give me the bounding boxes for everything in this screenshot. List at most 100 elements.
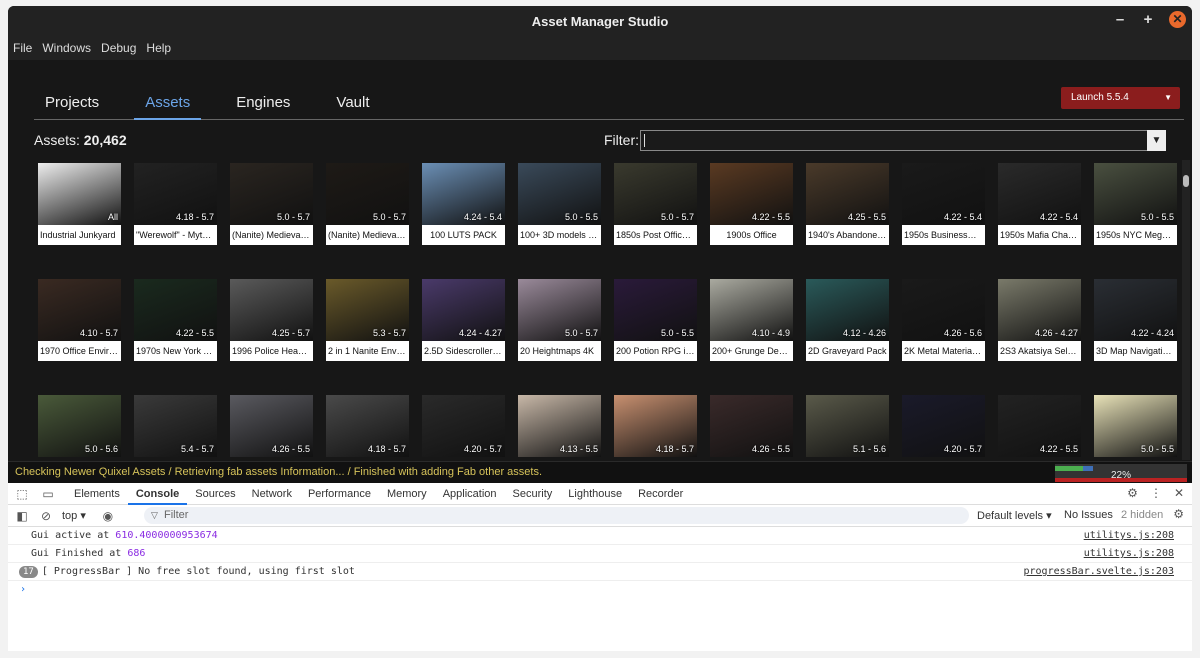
menu-windows[interactable]: Windows [42, 41, 91, 55]
asset-card[interactable]: 5.0 - 5.5 100+ 3D models for interior [518, 163, 601, 245]
asset-thumbnail[interactable]: 5.4 - 5.7 [134, 395, 217, 457]
asset-thumbnail[interactable]: 4.18 - 5.7 [134, 163, 217, 225]
asset-thumbnail[interactable]: 5.0 - 5.5 [518, 163, 601, 225]
asset-thumbnail[interactable]: 5.3 - 5.7 [326, 279, 409, 341]
asset-card[interactable]: 4.18 - 5.7 [326, 395, 409, 457]
asset-thumbnail[interactable]: 5.0 - 5.7 [614, 163, 697, 225]
asset-card[interactable]: 4.22 - 5.5 [998, 395, 1081, 457]
asset-card[interactable]: 5.0 - 5.6 [38, 395, 121, 457]
asset-thumbnail[interactable]: 4.22 - 5.5 [710, 163, 793, 225]
asset-card[interactable]: 4.24 - 5.4 100 LUTS PACK [422, 163, 505, 245]
asset-card[interactable]: 4.26 - 4.27 2S3 Akatsiya Self-Propelled [998, 279, 1081, 361]
source-link[interactable]: utilitys.js:208 [1084, 545, 1174, 563]
asset-thumbnail[interactable]: 4.22 - 5.5 [134, 279, 217, 341]
tab-performance[interactable]: Performance [300, 488, 379, 500]
settings-gear-icon[interactable]: ⚙ [1127, 486, 1138, 500]
tab-recorder[interactable]: Recorder [630, 488, 691, 500]
filter-input[interactable] [640, 130, 1148, 151]
tab-memory[interactable]: Memory [379, 488, 435, 500]
asset-card[interactable]: 4.22 - 5.4 1950s Mafia Character [998, 163, 1081, 245]
close-devtools-icon[interactable]: ✕ [1174, 486, 1184, 500]
asset-card[interactable]: 4.20 - 5.7 [422, 395, 505, 457]
tab-engines[interactable]: Engines [225, 88, 301, 120]
sidebar-toggle-icon[interactable]: ◧ [14, 509, 30, 523]
asset-card[interactable]: 4.26 - 5.5 [230, 395, 313, 457]
asset-thumbnail[interactable]: 4.18 - 5.7 [326, 395, 409, 457]
asset-thumbnail[interactable]: 4.26 - 4.27 [998, 279, 1081, 341]
asset-card[interactable]: 4.26 - 5.6 2K Metal Materials Pack [902, 279, 985, 361]
menu-debug[interactable]: Debug [101, 41, 136, 55]
asset-thumbnail[interactable]: 5.0 - 5.6 [38, 395, 121, 457]
asset-card[interactable]: 5.0 - 5.7 20 Heightmaps 4K [518, 279, 601, 361]
inspect-icon[interactable]: ⬚ [14, 487, 30, 501]
asset-card[interactable]: 4.24 - 4.27 2.5D Sidescroller Starter Kit [422, 279, 505, 361]
asset-card[interactable]: 4.20 - 5.7 [902, 395, 985, 457]
source-link[interactable]: progressBar.svelte.js:203 [1023, 563, 1174, 581]
grid-scrollbar[interactable] [1182, 160, 1190, 460]
more-options-icon[interactable]: ⋮ [1150, 486, 1162, 500]
asset-card[interactable]: 4.13 - 5.5 [518, 395, 601, 457]
tab-vault[interactable]: Vault [325, 88, 380, 120]
asset-thumbnail[interactable]: 4.26 - 5.6 [902, 279, 985, 341]
asset-card[interactable]: 4.12 - 4.26 2D Graveyard Pack [806, 279, 889, 361]
asset-thumbnail[interactable]: 4.13 - 5.5 [518, 395, 601, 457]
asset-card[interactable]: 5.0 - 5.5 200 Potion RPG icons [614, 279, 697, 361]
tab-application[interactable]: Application [435, 488, 505, 500]
launch-button[interactable]: Launch 5.5.4 ▼ [1061, 87, 1180, 109]
asset-thumbnail[interactable]: 5.0 - 5.5 [614, 279, 697, 341]
asset-thumbnail[interactable]: 4.26 - 5.5 [230, 395, 313, 457]
asset-thumbnail[interactable]: 4.22 - 4.24 [1094, 279, 1177, 341]
asset-thumbnail[interactable]: 4.25 - 5.5 [806, 163, 889, 225]
filter-dropdown-icon[interactable]: ▼ [1147, 130, 1166, 151]
console-prompt[interactable]: › [8, 581, 1192, 599]
asset-thumbnail[interactable]: 4.24 - 4.27 [422, 279, 505, 341]
source-link[interactable]: utilitys.js:208 [1084, 527, 1174, 545]
menu-help[interactable]: Help [146, 41, 171, 55]
asset-thumbnail[interactable]: 5.0 - 5.7 [518, 279, 601, 341]
asset-card[interactable]: All Industrial Junkyard [38, 163, 121, 245]
asset-card[interactable]: 4.22 - 4.24 3D Map Navigation System [1094, 279, 1177, 361]
minimize-icon[interactable]: – [1113, 11, 1127, 28]
asset-card[interactable]: 4.18 - 5.7 [614, 395, 697, 457]
asset-card[interactable]: 4.22 - 5.5 1970s New York Alley [134, 279, 217, 361]
asset-thumbnail[interactable]: 4.22 - 5.5 [998, 395, 1081, 457]
tab-assets[interactable]: Assets [134, 88, 202, 120]
asset-card[interactable]: 5.1 - 5.6 [806, 395, 889, 457]
asset-thumbnail[interactable]: 4.10 - 4.9 [710, 279, 793, 341]
tab-elements[interactable]: Elements [66, 488, 128, 500]
asset-thumbnail[interactable]: 5.1 - 5.6 [806, 395, 889, 457]
asset-thumbnail[interactable]: 4.12 - 4.26 [806, 279, 889, 341]
issues-button[interactable]: No Issues [1064, 509, 1113, 521]
eye-icon[interactable]: ◉ [100, 509, 116, 523]
clear-console-icon[interactable]: ⊘ [38, 509, 54, 523]
console-settings-icon[interactable]: ⚙ [1173, 507, 1184, 521]
asset-thumbnail[interactable]: 4.25 - 5.7 [230, 279, 313, 341]
asset-thumbnail[interactable]: 4.24 - 5.4 [422, 163, 505, 225]
asset-card[interactable]: 4.22 - 5.5 1900s Office [710, 163, 793, 245]
asset-thumbnail[interactable]: 4.10 - 5.7 [38, 279, 121, 341]
asset-card[interactable]: 5.4 - 5.7 [134, 395, 217, 457]
asset-thumbnail[interactable]: 4.22 - 5.4 [902, 163, 985, 225]
tab-network[interactable]: Network [244, 488, 300, 500]
device-toggle-icon[interactable]: ▭ [40, 487, 56, 501]
asset-thumbnail[interactable]: 4.20 - 5.7 [902, 395, 985, 457]
asset-card[interactable]: 4.22 - 5.4 1950s Businessman [902, 163, 985, 245]
asset-card[interactable]: 5.0 - 5.5 [1094, 395, 1177, 457]
console-filter-input[interactable]: ▽ Filter [144, 507, 969, 524]
asset-card[interactable]: 4.26 - 5.5 [710, 395, 793, 457]
asset-card[interactable]: 4.25 - 5.7 1996 Police Headquarters [230, 279, 313, 361]
tab-console[interactable]: Console [127, 483, 188, 505]
asset-thumbnail[interactable]: 5.0 - 5.7 [326, 163, 409, 225]
context-select[interactable]: top ▾ [62, 509, 86, 522]
asset-thumbnail[interactable]: 4.26 - 5.5 [710, 395, 793, 457]
asset-card[interactable]: 5.0 - 5.5 1950s NYC Megapack [1094, 163, 1177, 245]
tab-sources[interactable]: Sources [187, 488, 243, 500]
asset-thumbnail[interactable]: 5.0 - 5.5 [1094, 395, 1177, 457]
asset-thumbnail[interactable]: 4.22 - 5.4 [998, 163, 1081, 225]
asset-card[interactable]: 5.3 - 5.7 2 in 1 Nanite Environment [326, 279, 409, 361]
tab-projects[interactable]: Projects [34, 88, 110, 120]
log-levels-select[interactable]: Default levels ▾ [977, 509, 1052, 522]
asset-card[interactable]: 5.0 - 5.7 (Nanite) Medieval Props [230, 163, 313, 245]
asset-thumbnail[interactable]: 4.20 - 5.7 [422, 395, 505, 457]
asset-thumbnail[interactable]: 5.0 - 5.5 [1094, 163, 1177, 225]
